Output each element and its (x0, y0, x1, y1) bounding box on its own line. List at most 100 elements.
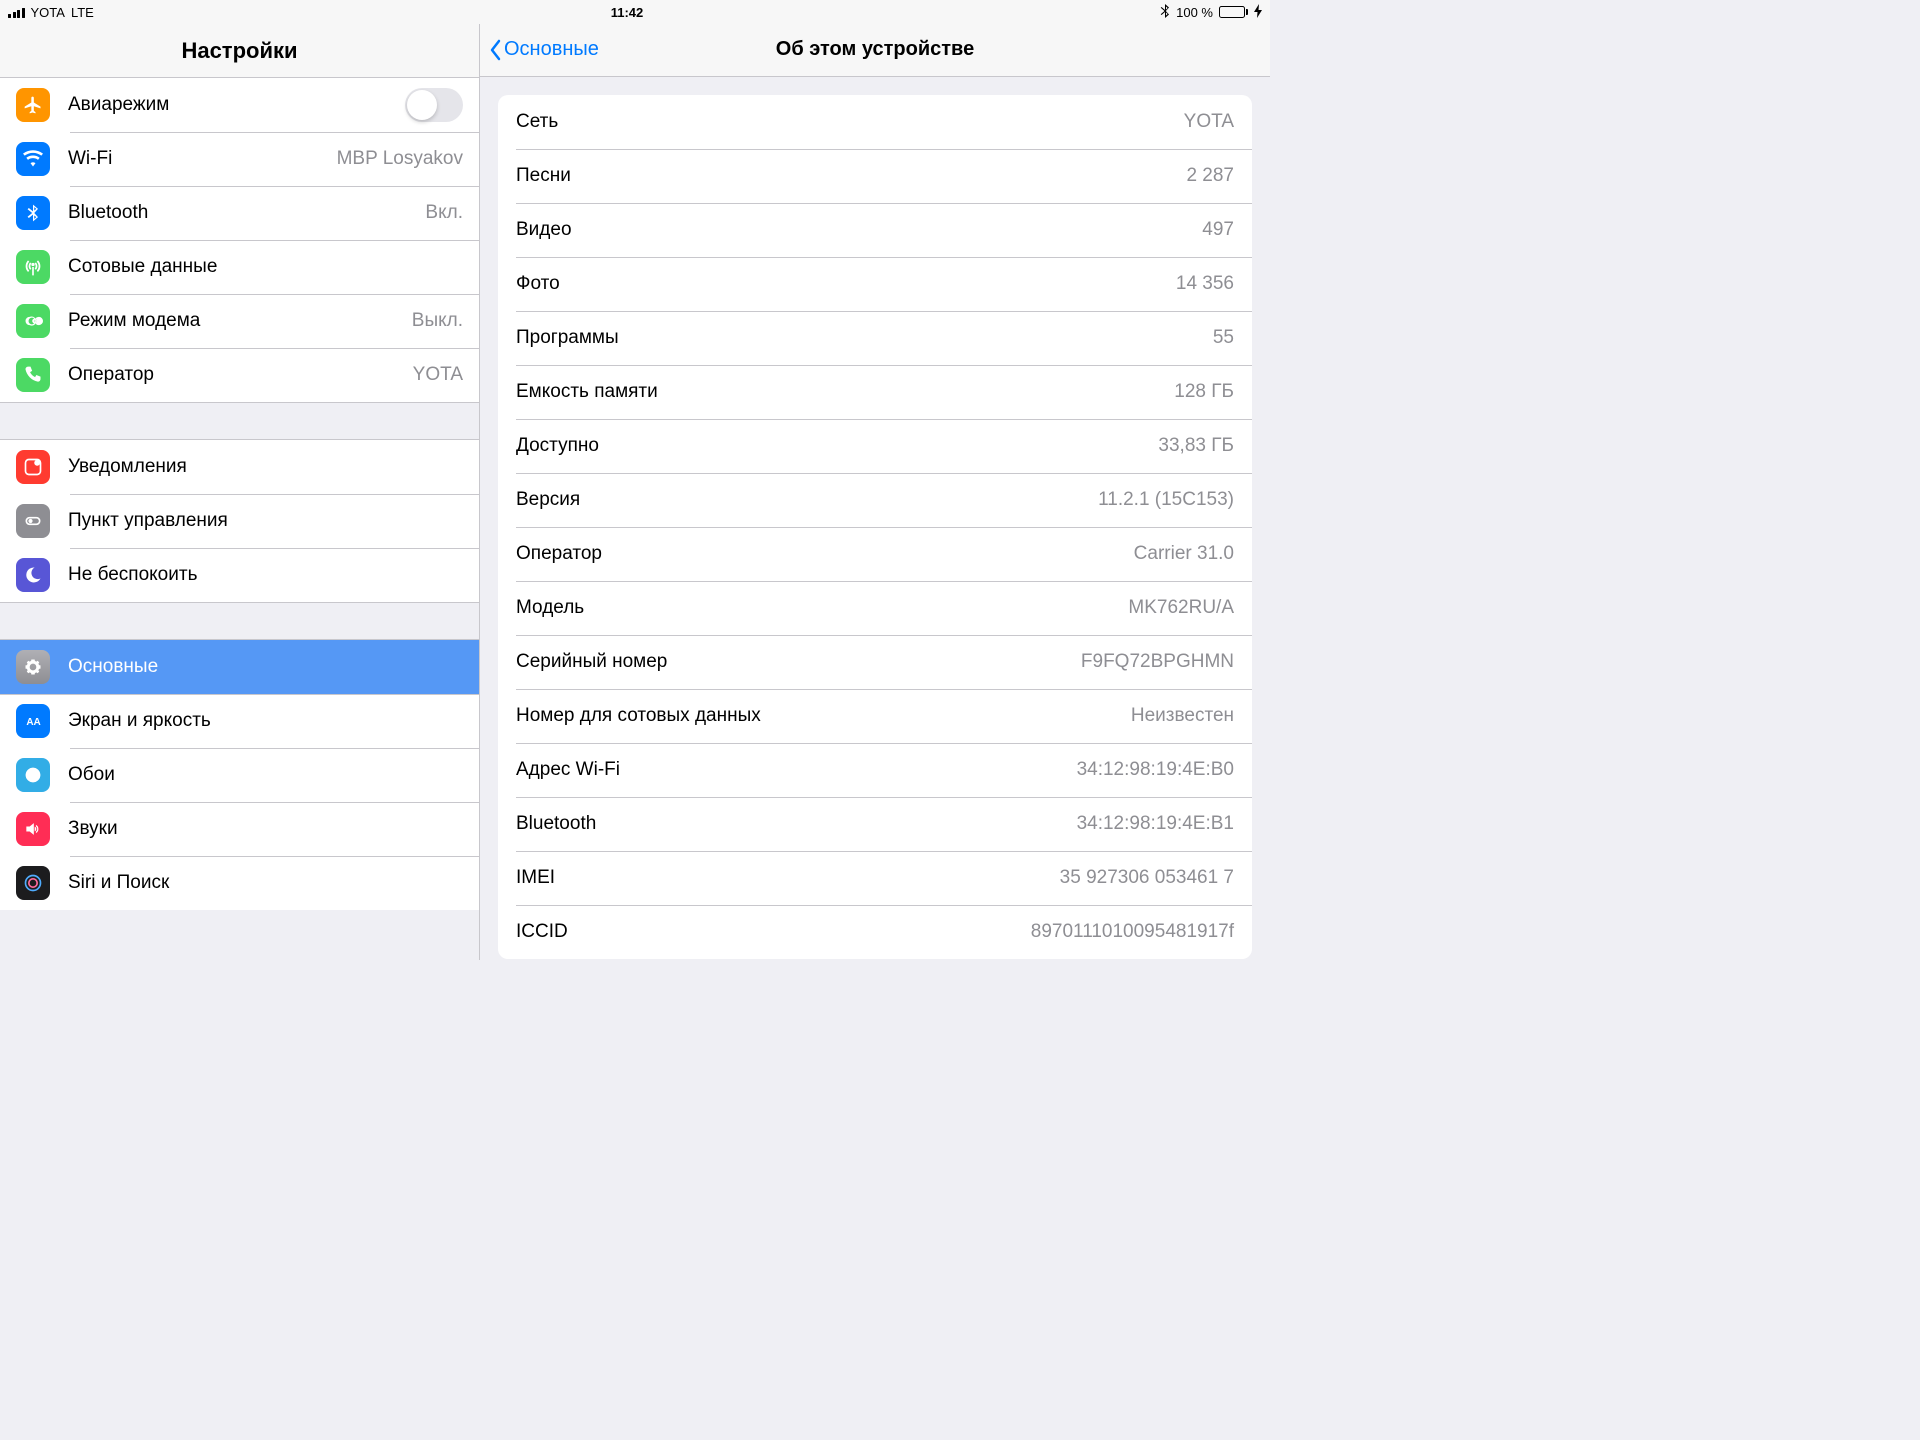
sidebar-item-sounds[interactable]: Звуки (0, 802, 479, 856)
about-row-value: 8970111010095481917f (1031, 921, 1234, 943)
sidebar-item-label: Пункт управления (68, 510, 463, 532)
wallpaper-icon (16, 758, 50, 792)
display-icon: AA (16, 704, 50, 738)
about-row-value: 34:12:98:19:4E:B1 (1077, 813, 1234, 835)
sidebar-item-wifi[interactable]: Wi-Fi MBP Losyakov (0, 132, 479, 186)
sidebar-item-siri[interactable]: Siri и Поиск (0, 856, 479, 910)
svg-text:AA: AA (26, 717, 40, 728)
about-row[interactable]: Программы55 (498, 311, 1252, 365)
about-row-value: MK762RU/A (1128, 597, 1234, 619)
signal-bars-icon (8, 6, 25, 18)
about-row-label: Программы (516, 327, 1213, 349)
about-row-label: Bluetooth (516, 813, 1077, 835)
about-row[interactable]: Серийный номерF9FQ72BPGHMN (498, 635, 1252, 689)
sidebar-title: Настройки (0, 38, 479, 64)
settings-sidebar: Настройки Авиарежим Wi-Fi MBP Losyakov B… (0, 24, 480, 960)
sidebar-item-value: YOTA (413, 364, 463, 386)
sidebar-item-label: Уведомления (68, 456, 463, 478)
sidebar-item-airplane[interactable]: Авиарежим (0, 78, 479, 132)
about-row-label: Доступно (516, 435, 1158, 457)
about-row[interactable]: СетьYOTA (498, 95, 1252, 149)
sidebar-item-label: Основные (68, 656, 463, 678)
about-row-value: 2 287 (1186, 165, 1234, 187)
back-button[interactable]: Основные (480, 38, 599, 62)
sidebar-item-display[interactable]: AA Экран и яркость (0, 694, 479, 748)
about-row-label: Модель (516, 597, 1128, 619)
about-list: СетьYOTAПесни2 287Видео497Фото14 356Прог… (498, 95, 1252, 959)
about-row-value: YOTA (1184, 111, 1234, 133)
siri-icon (16, 866, 50, 900)
about-row[interactable]: ICCID8970111010095481917f (498, 905, 1252, 959)
about-row-label: Сеть (516, 111, 1184, 133)
about-row[interactable]: Видео497 (498, 203, 1252, 257)
sidebar-item-label: Экран и яркость (68, 710, 463, 732)
about-row-value: 55 (1213, 327, 1234, 349)
sidebar-group-device: Основные AA Экран и яркость Обои Звуки S… (0, 640, 479, 910)
about-row[interactable]: Адрес Wi-Fi34:12:98:19:4E:B0 (498, 743, 1252, 797)
sidebar-item-general[interactable]: Основные (0, 640, 479, 694)
sidebar-item-label: Звуки (68, 818, 463, 840)
about-row[interactable]: IMEI35 927306 053461 7 (498, 851, 1252, 905)
status-time: 11:42 (94, 5, 1160, 20)
about-row-label: Емкость памяти (516, 381, 1174, 403)
about-row-value: 128 ГБ (1174, 381, 1234, 403)
status-battery-pct: 100 % (1176, 5, 1213, 20)
about-row[interactable]: Емкость памяти128 ГБ (498, 365, 1252, 419)
about-row-label: Песни (516, 165, 1186, 187)
about-row-value: 34:12:98:19:4E:B0 (1077, 759, 1234, 781)
about-row[interactable]: Песни2 287 (498, 149, 1252, 203)
about-row[interactable]: Номер для сотовых данныхНеизвестен (498, 689, 1252, 743)
sidebar-item-value: Вкл. (425, 202, 463, 224)
about-row[interactable]: МодельMK762RU/A (498, 581, 1252, 635)
sidebar-item-control-center[interactable]: Пункт управления (0, 494, 479, 548)
sidebar-group-connectivity: Авиарежим Wi-Fi MBP Losyakov Bluetooth В… (0, 78, 479, 402)
about-row-value: Carrier 31.0 (1134, 543, 1234, 565)
about-row-value: 35 927306 053461 7 (1060, 867, 1234, 889)
sidebar-item-label: Авиарежим (68, 94, 405, 116)
antenna-icon (16, 250, 50, 284)
sidebar-item-label: Сотовые данные (68, 256, 463, 278)
battery-icon (1219, 6, 1248, 18)
speaker-icon (16, 812, 50, 846)
about-row[interactable]: ОператорCarrier 31.0 (498, 527, 1252, 581)
sidebar-item-bluetooth[interactable]: Bluetooth Вкл. (0, 186, 479, 240)
notifications-icon (16, 450, 50, 484)
sidebar-item-value: MBP Losyakov (337, 148, 463, 170)
sidebar-item-label: Bluetooth (68, 202, 425, 224)
hotspot-icon (16, 304, 50, 338)
airplane-icon (16, 88, 50, 122)
sidebar-group-notifications: Уведомления Пункт управления Не беспокои… (0, 440, 479, 602)
about-row-label: ICCID (516, 921, 1031, 943)
sidebar-item-dnd[interactable]: Не беспокоить (0, 548, 479, 602)
about-row-label: Версия (516, 489, 1098, 511)
about-row-label: Фото (516, 273, 1176, 295)
back-label: Основные (504, 38, 599, 61)
about-row-label: Видео (516, 219, 1202, 241)
sidebar-item-wallpaper[interactable]: Обои (0, 748, 479, 802)
about-row[interactable]: Фото14 356 (498, 257, 1252, 311)
detail-navbar: Основные Об этом устройстве (480, 24, 1270, 77)
chevron-left-icon (488, 38, 502, 62)
sidebar-item-value: Выкл. (412, 310, 463, 332)
sidebar-item-label: Wi-Fi (68, 148, 337, 170)
about-row-value: F9FQ72BPGHMN (1081, 651, 1234, 673)
about-row-value: 11.2.1 (15C153) (1098, 489, 1234, 511)
sidebar-item-label: Обои (68, 764, 463, 786)
sidebar-navbar: Настройки (0, 24, 479, 78)
status-bar: YOTA LTE 11:42 100 % (0, 0, 1270, 24)
detail-pane: Основные Об этом устройстве СетьYOTAПесн… (480, 24, 1270, 960)
phone-icon (16, 358, 50, 392)
about-row-label: Адрес Wi-Fi (516, 759, 1077, 781)
about-row[interactable]: Доступно33,83 ГБ (498, 419, 1252, 473)
about-row-label: Серийный номер (516, 651, 1081, 673)
about-row[interactable]: Версия11.2.1 (15C153) (498, 473, 1252, 527)
wifi-icon (16, 142, 50, 176)
sidebar-item-hotspot[interactable]: Режим модема Выкл. (0, 294, 479, 348)
sidebar-item-cellular[interactable]: Сотовые данные (0, 240, 479, 294)
sidebar-item-notifications[interactable]: Уведомления (0, 440, 479, 494)
about-row[interactable]: Bluetooth34:12:98:19:4E:B1 (498, 797, 1252, 851)
sidebar-item-carrier[interactable]: Оператор YOTA (0, 348, 479, 402)
sidebar-item-label: Режим модема (68, 310, 412, 332)
airplane-toggle[interactable] (405, 88, 463, 122)
about-row-label: IMEI (516, 867, 1060, 889)
